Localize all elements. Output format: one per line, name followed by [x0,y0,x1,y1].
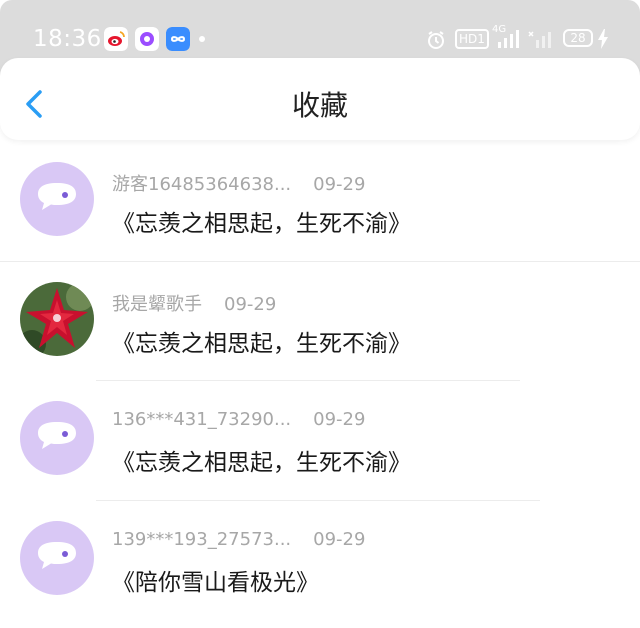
status-time: 18:36 [33,26,102,52]
item-title: 《忘羡之相思起，生死不渝》 [112,330,411,357]
hd-badge: HD1 [455,29,489,49]
page-title: 收藏 [291,89,348,122]
chat-bubble-icon [38,422,76,449]
item-meta: 我是颦歌手 09-29 [112,290,276,316]
item-date: 09-29 [313,409,366,430]
list-item[interactable]: 我是颦歌手 09-29 《忘羡之相思起，生死不渝》 [0,262,640,381]
header-bar: 收藏 [0,58,640,140]
chat-bubble-icon [38,183,76,210]
list-item[interactable]: 游客16485364638... 09-29 《忘羡之相思起，生死不渝》 [0,142,640,262]
avatar[interactable] [20,162,94,236]
user-name: 我是颦歌手 [112,293,202,315]
avatar[interactable] [20,401,94,475]
purple-app-icon [135,27,159,51]
user-name: 游客16485364638... [112,174,292,195]
item-title: 《忘羡之相思起，生死不渝》 [112,450,411,476]
user-name: 136***431_73290... [112,409,292,430]
charging-icon [598,29,608,49]
item-date: 09-29 [313,528,366,550]
user-name: 139***193_27573... [112,528,292,550]
item-title: 《陪你雪山看极光》 [112,569,319,596]
red-flower-photo [20,281,94,356]
avatar[interactable] [20,281,94,356]
item-date: 09-29 [313,174,366,195]
item-meta: 136***431_73290... 09-29 [112,409,365,430]
list-item[interactable]: 136***431_73290... 09-29 《忘羡之相思起，生死不渝》 [0,381,640,501]
item-meta: 139***193_27573... 09-29 [112,529,365,550]
avatar[interactable] [20,520,94,595]
signal-icon [498,30,519,48]
infinity-app-icon [166,27,190,51]
notification-dot [199,36,205,42]
weibo-icon [104,27,128,51]
item-meta: 游客16485364638... 09-29 [112,170,365,196]
battery-indicator: 28 [563,29,593,47]
alarm-icon [428,31,444,49]
list-item[interactable]: 139***193_27573... 09-29 《陪你雪山看极光》 [0,501,640,621]
item-date: 09-29 [224,293,277,315]
battery-level: 28 [570,31,586,45]
signal-2-icon [528,31,551,48]
favorites-list: 游客16485364638... 09-29 《忘羡之相思起，生死不渝》 我是颦歌… [0,142,640,620]
item-title: 《忘羡之相思起，生死不渝》 [112,211,411,237]
chat-bubble-icon [38,541,76,569]
